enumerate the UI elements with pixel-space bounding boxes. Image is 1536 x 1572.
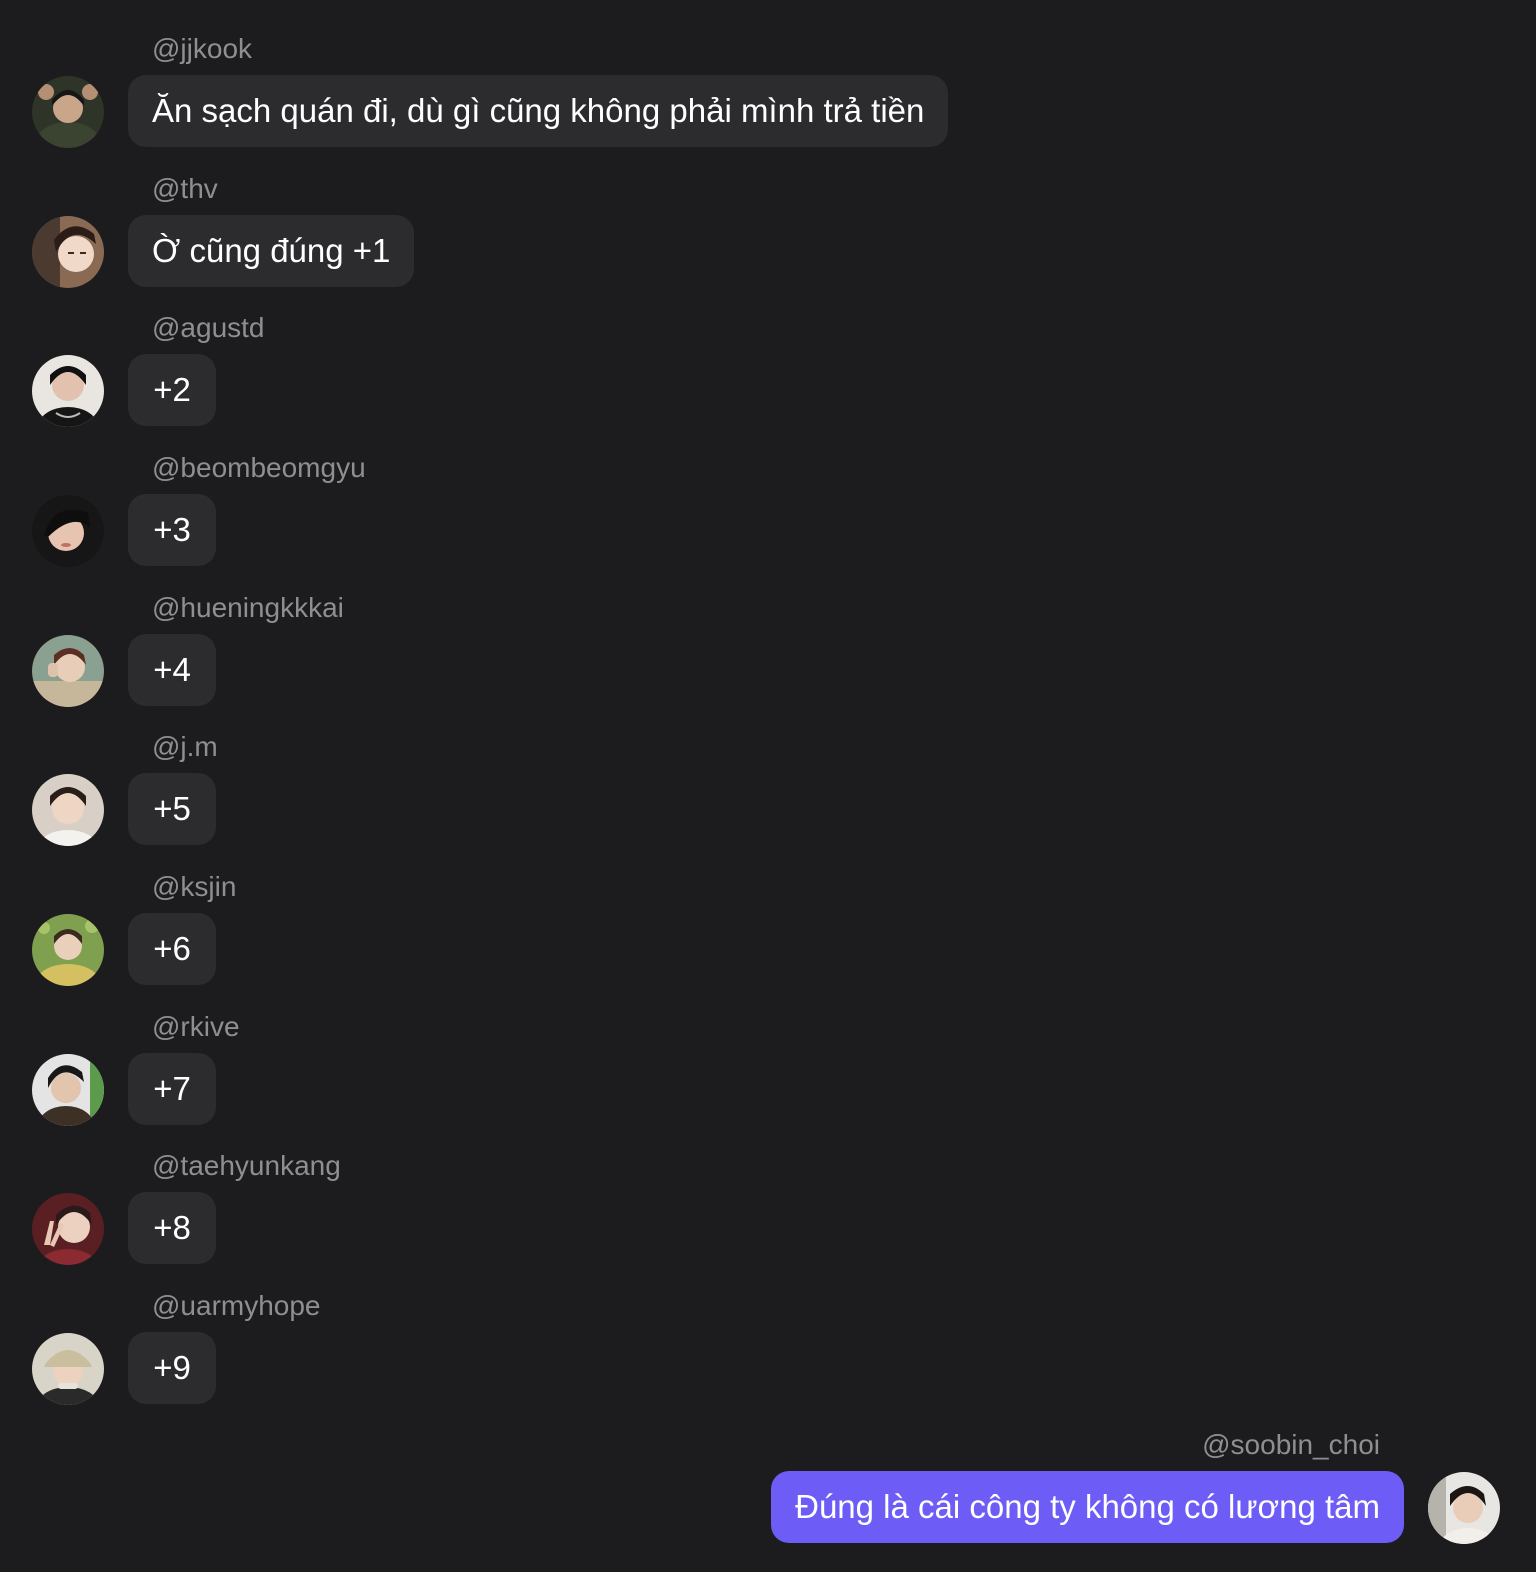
username[interactable]: @ksjin [152, 870, 236, 904]
username[interactable]: @thv [152, 172, 218, 206]
message-bubble[interactable]: +3 [128, 494, 216, 566]
message-bubble[interactable]: +6 [128, 913, 216, 985]
message-bubble[interactable]: +9 [128, 1332, 216, 1404]
avatar[interactable] [32, 76, 104, 148]
message-bubble[interactable]: +7 [128, 1053, 216, 1125]
username[interactable]: @j.m [152, 730, 218, 764]
username[interactable]: @beombeomgyu [152, 451, 366, 485]
message-row: @jjkook Ăn sạch quán đi, dù gì cũng khôn… [0, 18, 1536, 158]
username[interactable]: @jjkook [152, 32, 252, 66]
message-bubble[interactable]: +8 [128, 1192, 216, 1264]
message-row: @uarmyhope +9 [0, 1275, 1536, 1415]
avatar[interactable] [32, 355, 104, 427]
avatar[interactable] [32, 1333, 104, 1405]
message-row: @taehyunkang +8 [0, 1135, 1536, 1275]
username[interactable]: @hueningkkkai [152, 591, 344, 625]
message-bubble[interactable]: Ăn sạch quán đi, dù gì cũng không phải m… [128, 75, 949, 147]
message-row: @hueningkkkai +4 [0, 577, 1536, 717]
username[interactable]: @rkive [152, 1010, 240, 1044]
avatar[interactable] [32, 635, 104, 707]
message-row: @ksjin +6 [0, 856, 1536, 996]
message-bubble[interactable]: Ờ cũng đúng +1 [128, 215, 415, 287]
avatar[interactable] [1428, 1472, 1500, 1544]
chat-thread[interactable]: @jjkook Ăn sạch quán đi, dù gì cũng khôn… [0, 0, 1536, 1572]
message-row: @j.m +5 [0, 716, 1536, 856]
username[interactable]: @uarmyhope [152, 1289, 321, 1323]
avatar[interactable] [32, 216, 104, 288]
username[interactable]: @soobin_choi [1202, 1428, 1380, 1462]
message-bubble[interactable]: +5 [128, 773, 216, 845]
avatar[interactable] [32, 1054, 104, 1126]
avatar[interactable] [32, 914, 104, 986]
avatar[interactable] [32, 774, 104, 846]
message-row: @thv Ờ cũng đúng +1 [0, 158, 1536, 298]
message-bubble[interactable]: +4 [128, 634, 216, 706]
message-bubble-outgoing[interactable]: Đúng là cái công ty không có lương tâm [771, 1471, 1404, 1543]
username[interactable]: @agustd [152, 311, 265, 345]
avatar[interactable] [32, 495, 104, 567]
message-row: @beombeomgyu +3 [0, 437, 1536, 577]
message-row: @agustd +2 [0, 297, 1536, 437]
message-bubble[interactable]: +2 [128, 354, 216, 426]
message-row: @rkive +7 [0, 996, 1536, 1136]
message-row-outgoing: @soobin_choi Đúng là cái công ty không c… [0, 1414, 1536, 1554]
avatar[interactable] [32, 1193, 104, 1265]
username[interactable]: @taehyunkang [152, 1149, 341, 1183]
